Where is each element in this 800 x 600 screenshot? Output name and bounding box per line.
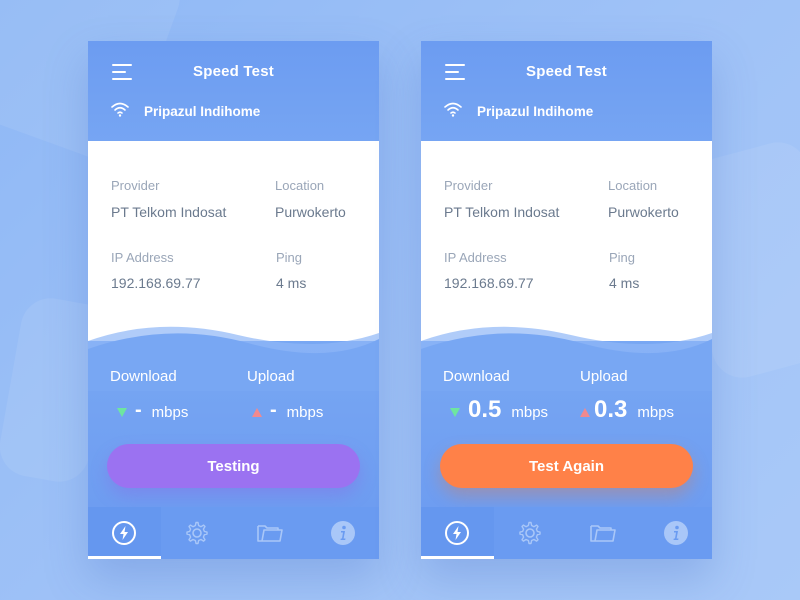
download-value: 0.5 bbox=[468, 396, 502, 423]
upload-speed: 0.3 mbps bbox=[580, 398, 674, 422]
test-again-button[interactable]: Test Again bbox=[440, 444, 693, 488]
provider-value: PT Telkom Indosat bbox=[111, 204, 227, 220]
upload-arrow-icon bbox=[252, 408, 262, 417]
upload-unit: mbps bbox=[286, 404, 324, 421]
upload-label: Upload bbox=[247, 368, 295, 385]
ping-label: Ping bbox=[276, 250, 303, 265]
bottom-tab-bar bbox=[88, 507, 379, 559]
ping-label: Ping bbox=[609, 250, 636, 265]
download-arrow-icon bbox=[450, 408, 460, 417]
lightning-icon bbox=[445, 521, 470, 545]
download-label: Download bbox=[443, 368, 510, 385]
provider-label: Provider bbox=[111, 178, 160, 193]
speed-test-screen-testing: Speed Test Pripazul Indihome Provider PT… bbox=[88, 41, 379, 559]
upload-unit: mbps bbox=[637, 404, 675, 421]
download-speed: 0.5 mbps bbox=[450, 398, 548, 422]
download-arrow-icon bbox=[117, 408, 127, 417]
network-name: Pripazul Indihome bbox=[477, 104, 594, 119]
testing-button[interactable]: Testing bbox=[107, 444, 360, 488]
upload-arrow-icon bbox=[580, 408, 590, 417]
ping-value: 4 ms bbox=[276, 275, 307, 291]
ping-value: 4 ms bbox=[609, 275, 640, 291]
upload-speed: - mbps bbox=[252, 398, 323, 422]
location-value: Purwokerto bbox=[608, 204, 679, 220]
tab-info[interactable] bbox=[639, 507, 712, 559]
page-title: Speed Test bbox=[193, 63, 274, 80]
ip-address-value: 192.168.69.77 bbox=[444, 275, 534, 291]
upload-value: 0.3 bbox=[594, 396, 628, 423]
gear-icon bbox=[519, 521, 541, 545]
tab-info[interactable] bbox=[306, 507, 379, 559]
tab-settings[interactable] bbox=[494, 507, 567, 559]
lightning-icon bbox=[112, 521, 137, 545]
folder-icon bbox=[257, 525, 283, 542]
bottom-tab-bar bbox=[421, 507, 712, 559]
tab-speed-test[interactable] bbox=[421, 507, 494, 559]
upload-label: Upload bbox=[580, 368, 628, 385]
wifi-icon bbox=[444, 102, 462, 117]
speed-test-screen-results: Speed Test Pripazul Indihome Provider PT… bbox=[421, 41, 712, 559]
provider-label: Provider bbox=[444, 178, 493, 193]
download-label: Download bbox=[110, 368, 177, 385]
active-tab-indicator bbox=[88, 556, 161, 559]
page-title: Speed Test bbox=[526, 63, 607, 80]
info-icon bbox=[663, 521, 688, 545]
provider-value: PT Telkom Indosat bbox=[444, 204, 560, 220]
tab-files[interactable] bbox=[567, 507, 640, 559]
location-label: Location bbox=[275, 178, 325, 193]
download-value: - bbox=[135, 399, 142, 421]
active-tab-indicator bbox=[421, 556, 494, 559]
download-speed: - mbps bbox=[117, 398, 188, 422]
ip-address-label: IP Address bbox=[111, 250, 174, 265]
tab-settings[interactable] bbox=[161, 507, 234, 559]
ip-address-value: 192.168.69.77 bbox=[111, 275, 201, 291]
folder-icon bbox=[590, 525, 616, 542]
download-unit: mbps bbox=[511, 404, 549, 421]
tab-files[interactable] bbox=[234, 507, 307, 559]
gear-icon bbox=[186, 521, 208, 545]
location-value: Purwokerto bbox=[275, 204, 346, 220]
app-header: Speed Test Pripazul Indihome bbox=[421, 41, 712, 141]
network-name: Pripazul Indihome bbox=[144, 104, 261, 119]
app-header: Speed Test Pripazul Indihome bbox=[88, 41, 379, 141]
tab-speed-test[interactable] bbox=[88, 507, 161, 559]
location-label: Location bbox=[608, 178, 658, 193]
upload-value: - bbox=[270, 399, 277, 421]
ip-address-label: IP Address bbox=[444, 250, 507, 265]
wifi-icon bbox=[111, 102, 129, 117]
info-icon bbox=[330, 521, 355, 545]
download-unit: mbps bbox=[151, 404, 189, 421]
